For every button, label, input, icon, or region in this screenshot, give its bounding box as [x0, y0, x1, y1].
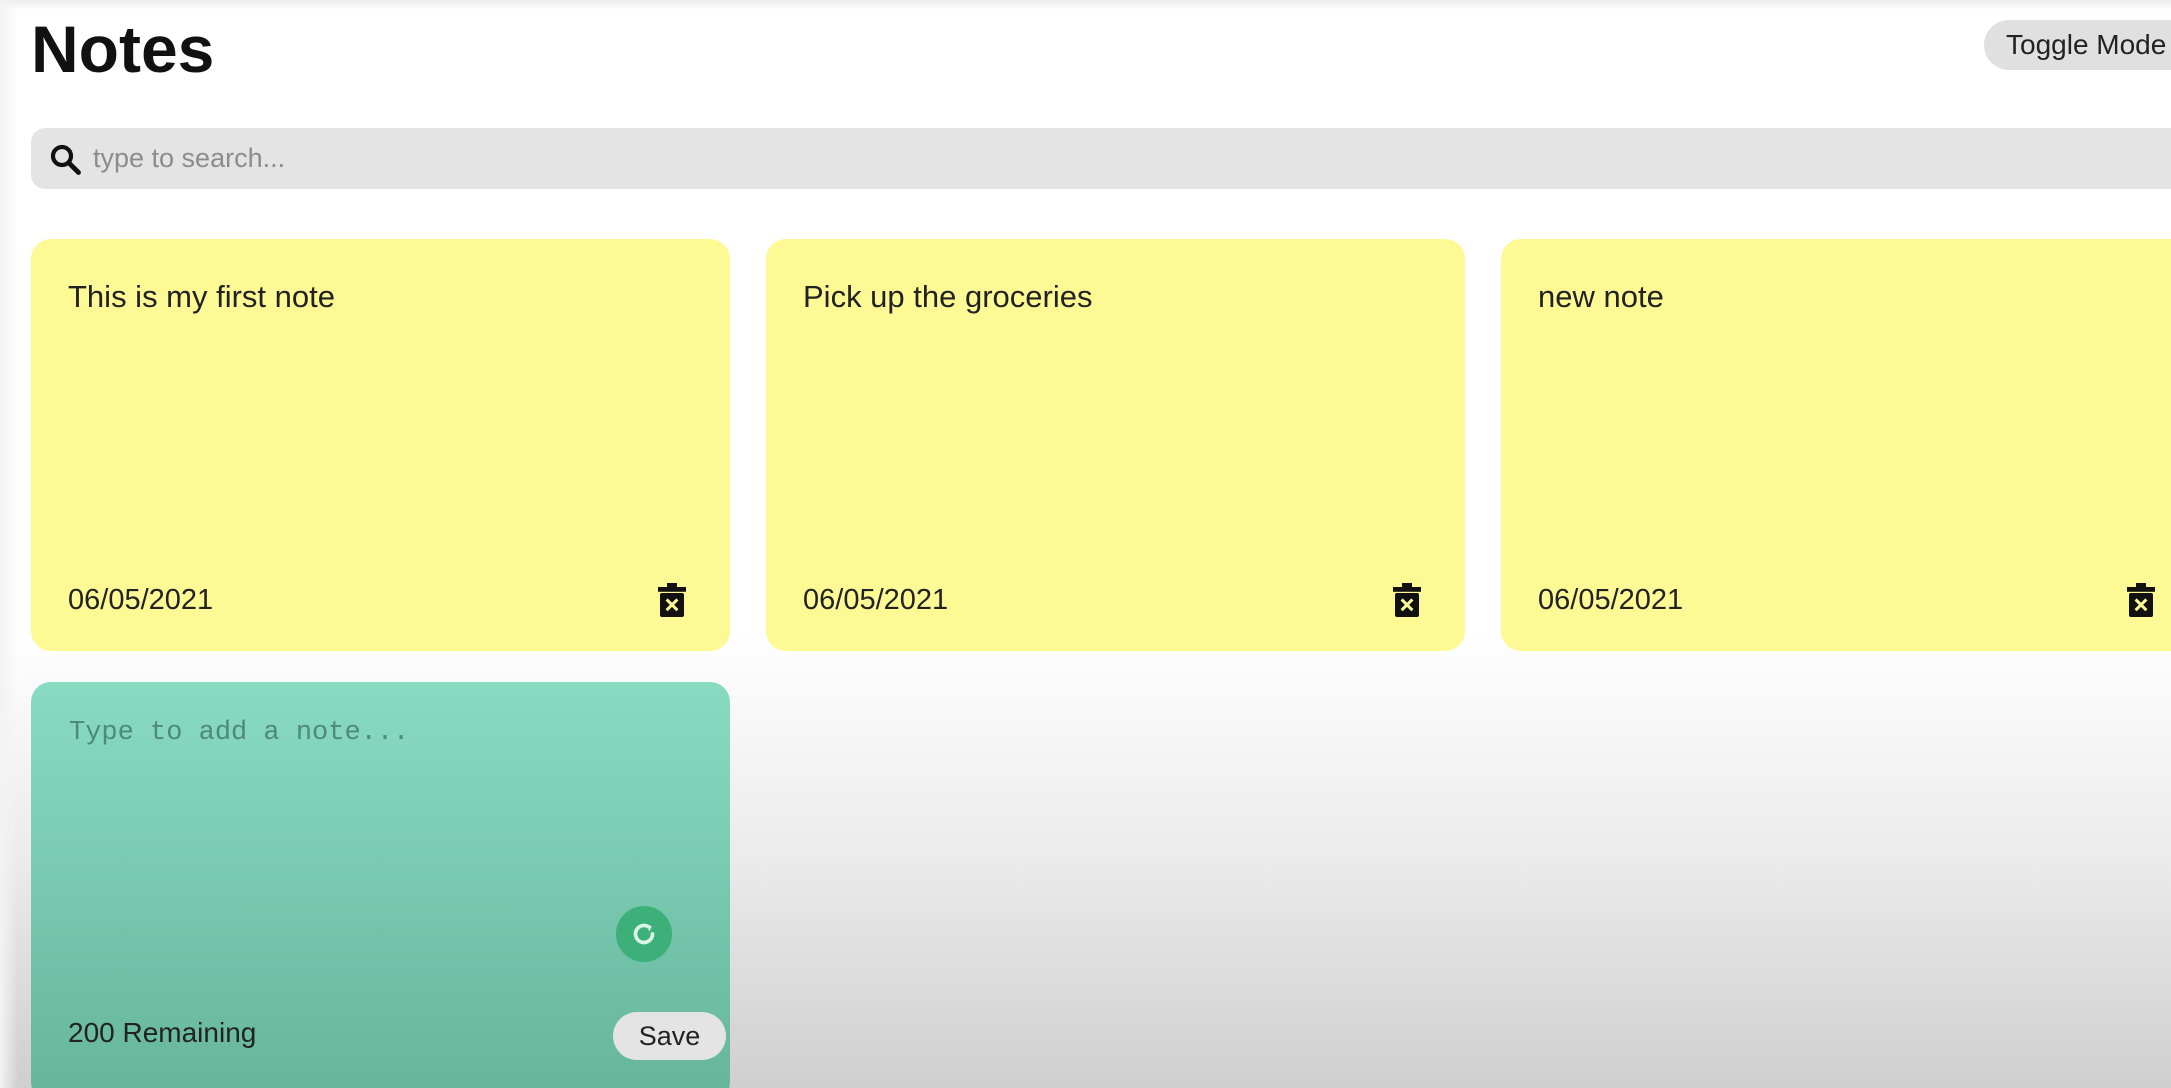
trash-icon[interactable]	[658, 583, 686, 617]
note-text: This is my first note	[68, 279, 335, 314]
save-button[interactable]: Save	[613, 1012, 726, 1060]
note-card: new note 06/05/2021	[1501, 239, 2171, 651]
top-edge-shade	[0, 0, 2171, 10]
search-bar[interactable]	[31, 128, 2171, 189]
trash-icon[interactable]	[1393, 583, 1421, 617]
page-title: Notes	[31, 12, 215, 86]
note-date: 06/05/2021	[1538, 584, 1684, 616]
trash-icon[interactable]	[2127, 583, 2155, 617]
notes-app: Notes Toggle Mode This is my first note …	[0, 0, 2171, 1088]
search-input[interactable]	[93, 136, 1993, 181]
note-date: 06/05/2021	[803, 584, 949, 616]
characters-remaining: 200 Remaining	[68, 1017, 257, 1048]
new-note-input[interactable]	[69, 718, 689, 888]
note-date: 06/05/2021	[68, 584, 214, 616]
refresh-arrow-icon	[633, 923, 655, 945]
search-icon	[50, 144, 81, 175]
note-card: This is my first note 06/05/2021	[31, 239, 730, 651]
refresh-icon[interactable]	[616, 906, 672, 962]
toggle-mode-button[interactable]: Toggle Mode	[1984, 20, 2171, 70]
note-text: Pick up the groceries	[803, 279, 1093, 314]
note-text: new note	[1538, 279, 1664, 314]
note-card: Pick up the groceries 06/05/2021	[766, 239, 1465, 651]
left-edge-shade	[0, 0, 18, 1088]
new-note-card: 200 Remaining Save	[31, 682, 730, 1088]
